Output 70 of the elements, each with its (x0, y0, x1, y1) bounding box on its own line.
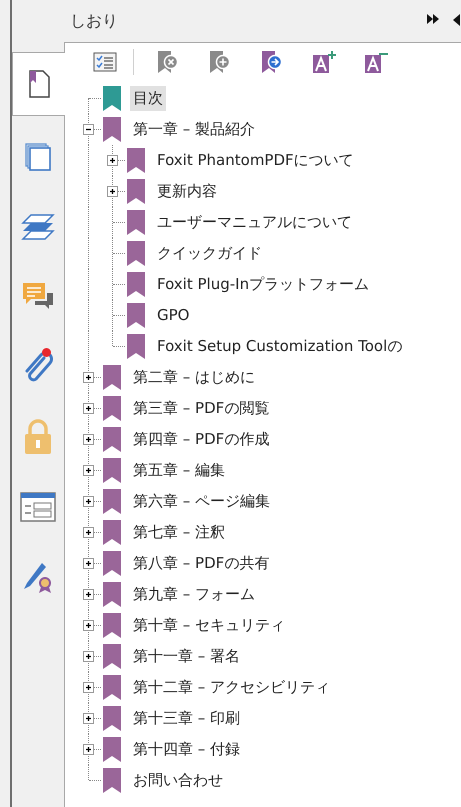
plus-icon (108, 156, 117, 165)
bookmark-item[interactable]: GPO (154, 303, 192, 328)
text-minus-icon (364, 50, 388, 74)
expand-toggle[interactable] (83, 558, 94, 569)
side-tab[interactable] (12, 52, 65, 116)
expand-toggle[interactable] (83, 651, 94, 662)
plus-icon (84, 435, 93, 444)
expand-toggle[interactable] (83, 465, 94, 476)
bookmark-item[interactable]: 目次 (130, 86, 166, 111)
plus-icon (84, 404, 93, 413)
plus-icon (84, 621, 93, 630)
bookmark-item[interactable]: 第三章 – PDFの閲覧 (130, 396, 272, 421)
plus-icon (84, 714, 93, 723)
pages-icon (24, 142, 52, 172)
bookmark-item[interactable]: 第四章 – PDFの作成 (130, 427, 272, 452)
bookmark-item[interactable]: 更新内容 (154, 179, 220, 204)
bookmark-item[interactable]: 第二章 – はじめに (130, 365, 258, 390)
plus-icon (84, 497, 93, 506)
bookmark-delete-icon (157, 50, 179, 74)
bookmark-item[interactable]: 第七章 – 注釈 (130, 520, 228, 545)
plus-icon (84, 683, 93, 692)
collapse-left-icon[interactable] (453, 14, 461, 26)
collapse-toggle[interactable] (83, 124, 94, 135)
expand-toggle[interactable] (83, 496, 94, 507)
plus-icon (84, 373, 93, 382)
expand-toggle[interactable] (107, 186, 118, 197)
checklist-icon (93, 52, 117, 72)
bookmark-item[interactable]: Foxit PhantomPDFについて (154, 148, 357, 173)
expand-toggle[interactable] (83, 682, 94, 693)
bookmark-arrow-icon (261, 50, 283, 74)
text-plus-icon (312, 50, 336, 74)
plus-icon (84, 745, 93, 754)
pen-seal-icon (22, 560, 54, 594)
layers-icon (21, 213, 55, 241)
expand-toggle[interactable] (83, 527, 94, 538)
plus-icon (84, 652, 93, 661)
bookmark-item[interactable]: 第九章 – フォーム (130, 582, 258, 607)
bookmark-item[interactable]: Foxit Plug-Inプラットフォーム (154, 272, 372, 297)
expand-toggle[interactable] (107, 155, 118, 166)
plus-icon (84, 559, 93, 568)
bookmark-item[interactable]: 第八章 – PDFの共有 (130, 551, 272, 576)
form-icon (20, 492, 56, 522)
bookmark-item[interactable]: クイックガイド (154, 241, 265, 266)
expand-toggle[interactable] (83, 713, 94, 724)
bookmark-item[interactable]: 第十二章 – アクセシビリティ (130, 675, 334, 700)
plus-icon (84, 466, 93, 475)
bookmark-item[interactable]: 第十四章 – 付録 (130, 737, 244, 762)
expand-toggle[interactable] (83, 744, 94, 755)
bookmark-item[interactable]: 第一章 – 製品紹介 (130, 117, 258, 142)
bookmark-add-icon (209, 50, 231, 74)
bookmark-item[interactable]: 第十三章 – 印刷 (130, 706, 244, 731)
plus-icon (84, 590, 93, 599)
expand-toggle[interactable] (83, 372, 94, 383)
plus-icon (84, 528, 93, 537)
bookmark-item[interactable]: 第十章 – セキュリティ (130, 613, 288, 638)
expand-toggle[interactable] (83, 589, 94, 600)
expand-toggle[interactable] (83, 403, 94, 414)
fast-forward-icon[interactable] (427, 14, 439, 24)
bookmark-item[interactable]: 第六章 – ページ編集 (130, 489, 274, 514)
padlock-icon (23, 419, 53, 455)
expand-toggle[interactable] (83, 620, 94, 631)
plus-icon (108, 187, 117, 196)
bookmark-item[interactable]: 第十一章 – 署名 (130, 644, 244, 669)
panel-title: しおり (70, 10, 118, 32)
bookmark-item[interactable]: Foxit Setup Customization Toolの (154, 334, 406, 359)
bookmark-item[interactable]: ユーザーマニュアルについて (154, 210, 355, 235)
bookmark-item[interactable]: 第五章 – 編集 (130, 458, 228, 483)
bookmark-page-icon (27, 69, 51, 99)
expand-toggle[interactable] (83, 434, 94, 445)
bookmark-item[interactable]: お問い合わせ (130, 768, 226, 793)
